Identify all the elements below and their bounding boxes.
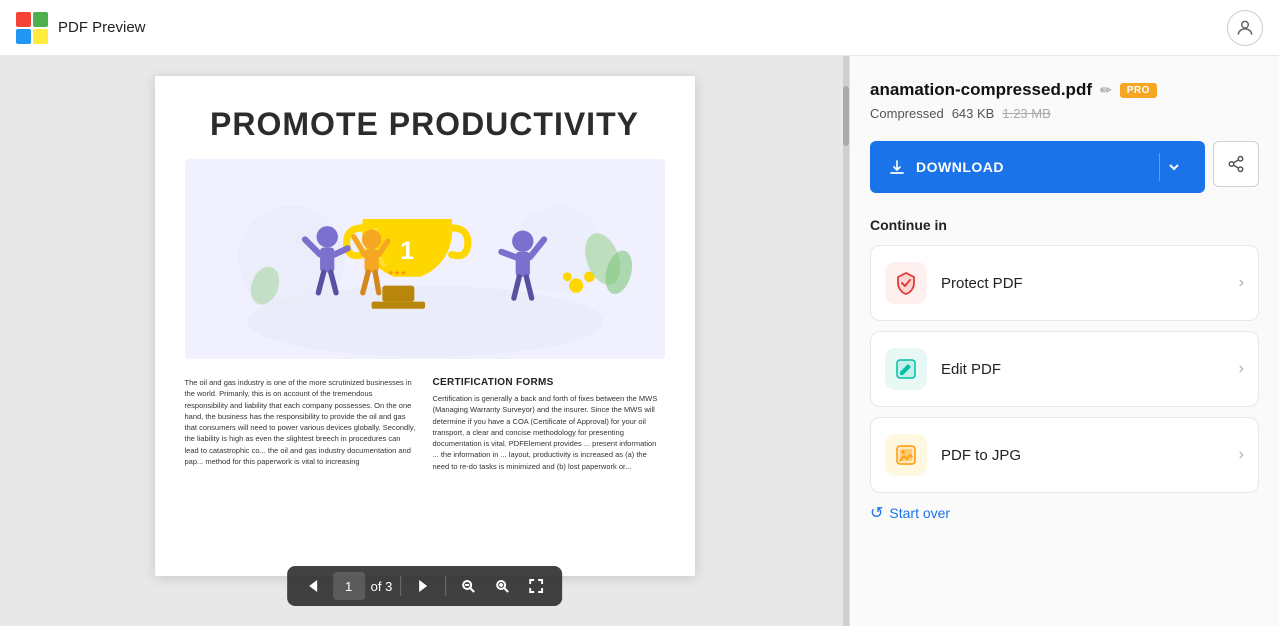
page-number-input[interactable] (333, 572, 365, 600)
pdf-page-title: PROMOTE PRODUCTIVITY (185, 106, 665, 143)
prev-page-button[interactable] (299, 572, 327, 600)
protect-pdf-label: Protect PDF (941, 275, 1239, 292)
file-size: 643 KB (952, 106, 995, 121)
toolbar-separator (400, 576, 401, 596)
user-avatar[interactable] (1227, 10, 1263, 46)
pdf-page: PROMOTE PRODUCTIVITY (155, 76, 695, 576)
pdf-to-jpg-chevron: › (1239, 446, 1244, 464)
pdf-content-grid: The oil and gas industry is one of the m… (185, 377, 665, 472)
pdf-right-text: CERTIFICATION FORMS Certification is gen… (433, 377, 665, 472)
zoom-out-button[interactable] (454, 572, 482, 600)
header-left: PDF Preview (16, 12, 146, 44)
scrollbar-thumb[interactable] (843, 86, 849, 146)
svg-text:1: 1 (400, 237, 414, 265)
app-header: PDF Preview (0, 0, 1279, 56)
share-button[interactable] (1213, 141, 1259, 187)
pdf-viewer-area: PROMOTE PRODUCTIVITY (0, 56, 849, 626)
pdf-to-jpg-icon (885, 434, 927, 476)
next-page-button[interactable] (409, 572, 437, 600)
pro-badge: PRO (1120, 83, 1157, 98)
start-over-label: Start over (889, 505, 950, 521)
pdf-to-jpg-label: PDF to JPG (941, 447, 1239, 464)
pdf-toolbar: of 3 (287, 566, 563, 606)
edit-pdf-icon (885, 348, 927, 390)
compressed-label: Compressed (870, 106, 944, 121)
page-of-label: of 3 (371, 579, 393, 594)
toolbar-separator-2 (445, 576, 446, 596)
share-icon (1227, 155, 1245, 173)
edit-filename-icon[interactable]: ✏ (1100, 82, 1112, 99)
sidebar: anamation-compressed.pdf ✏ PRO Compresse… (849, 56, 1279, 626)
viewer-scrollbar[interactable] (843, 56, 849, 626)
download-chevron-icon[interactable] (1159, 153, 1187, 181)
edit-pdf-label: Edit PDF (941, 361, 1239, 378)
protect-pdf-icon (885, 262, 927, 304)
svg-text:★★★: ★★★ (387, 269, 406, 277)
protect-pdf-chevron: › (1239, 274, 1244, 292)
pdf-to-jpg-card[interactable]: PDF to JPG › (870, 417, 1259, 493)
protect-pdf-card[interactable]: Protect PDF › (870, 245, 1259, 321)
fit-page-button[interactable] (522, 572, 550, 600)
edit-pdf-chevron: › (1239, 360, 1244, 378)
app-title: PDF Preview (58, 19, 146, 36)
file-size-original: 1.23 MB (1002, 106, 1050, 121)
start-over-icon: ↺ (870, 503, 883, 523)
main-content: PROMOTE PRODUCTIVITY (0, 56, 1279, 626)
continue-section-title: Continue in (870, 217, 1259, 233)
filename-text: anamation-compressed.pdf (870, 80, 1092, 100)
download-row: DOWNLOAD (870, 141, 1259, 193)
filename-row: anamation-compressed.pdf ✏ PRO (870, 80, 1259, 100)
pdf-illustration: 1 ★★★ (185, 159, 665, 359)
edit-pdf-card[interactable]: Edit PDF › (870, 331, 1259, 407)
download-button[interactable]: DOWNLOAD (870, 141, 1205, 193)
download-icon (888, 158, 906, 176)
zoom-in-button[interactable] (488, 572, 516, 600)
app-logo (16, 12, 48, 44)
start-over-button[interactable]: ↺ Start over (870, 503, 1259, 523)
pdf-left-text: The oil and gas industry is one of the m… (185, 377, 417, 472)
file-meta: Compressed 643 KB 1.23 MB (870, 106, 1259, 121)
